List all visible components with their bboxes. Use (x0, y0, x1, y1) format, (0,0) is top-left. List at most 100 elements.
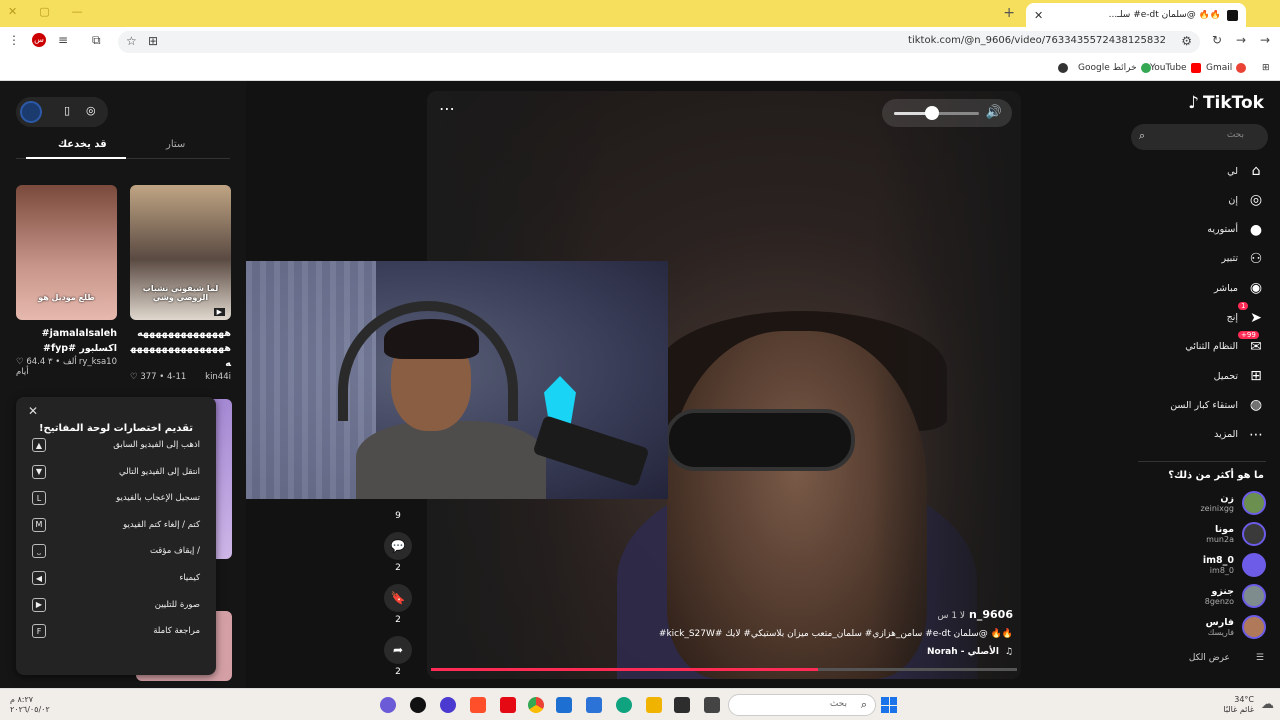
close-window-icon[interactable]: ✕ (8, 5, 17, 18)
avatar[interactable] (1242, 584, 1266, 608)
account-handle: فاريسك (1207, 628, 1234, 637)
card-author[interactable]: ry_ksa10 (79, 357, 117, 377)
music-label[interactable]: الأصلي - Norah (927, 647, 999, 657)
video-thumbnail[interactable]: لما شيفوني نشباب الروضي وشي ▶ (130, 185, 231, 320)
account-name: فارس (1205, 617, 1234, 628)
file-explorer-icon[interactable] (646, 697, 662, 713)
sidebar-item[interactable]: ⋯ المزيد (1214, 425, 1266, 445)
new-tab-button[interactable]: + (1003, 5, 1015, 21)
shortcut-label: كيمياء (179, 573, 200, 583)
chrome-taskbar-icon[interactable] (528, 697, 544, 713)
suggested-account[interactable]: فارس فاريسك (1206, 615, 1266, 639)
sidebar-item[interactable]: ⊞ تحميل (1214, 366, 1266, 386)
maximize-window-icon[interactable]: ▢ (39, 5, 49, 18)
sidebar-item[interactable]: ◎ إن (1228, 190, 1266, 210)
suggested-account[interactable]: مونا mun2a (1206, 522, 1266, 546)
suggested-account[interactable]: زن zeinixgg (1200, 491, 1266, 515)
sidebar-item[interactable]: ✉ 99+ النظام الثنائي (1185, 330, 1266, 357)
share-button[interactable]: ➦ 2 (382, 636, 414, 677)
card-author[interactable]: kin44i (205, 372, 231, 382)
compass-small-icon[interactable]: ◎ (86, 104, 96, 117)
copilot-icon[interactable] (380, 697, 396, 713)
profile-icon[interactable]: س (32, 33, 46, 47)
shortcut-label: / إيقاف مؤقت (149, 546, 200, 557)
minimize-window-icon[interactable]: — (72, 5, 83, 18)
sidebar-item[interactable]: ➤ 1 إنج (1227, 301, 1266, 328)
video-author[interactable]: n_9606لا 1 س (613, 608, 1013, 621)
taskbar-search[interactable]: بحث ⌕ (728, 694, 876, 716)
comment-button[interactable]: 💬 2 (382, 532, 414, 573)
close-tab-icon[interactable]: ✕ (1034, 9, 1043, 22)
site-info-icon[interactable]: ⚙ (1181, 34, 1192, 48)
netflix-icon[interactable] (500, 697, 516, 713)
speaker-icon[interactable]: 🔊 (986, 105, 1002, 120)
outlook-icon[interactable] (556, 697, 572, 713)
inbox-icon: ✉ 99+ (1238, 330, 1266, 357)
reading-list-icon[interactable]: ≡ (58, 33, 68, 47)
translate-icon[interactable]: ⊞ (148, 34, 158, 48)
suggested-account[interactable]: جنزو 8genzo (1205, 584, 1266, 608)
video-username[interactable]: n_9606 (969, 608, 1013, 621)
video-progress-bar[interactable] (431, 668, 1017, 671)
bookmark-label: Gmail (1206, 63, 1233, 73)
video-more-icon[interactable]: ⋯ (439, 99, 455, 118)
url-text[interactable]: tiktok.com/@n_9606/video/763343557243812… (908, 35, 1166, 46)
video-card[interactable]: طلع موديل هو #jamalalsaleh #fyp# اكسلبور… (16, 185, 117, 377)
bookmark-star-icon[interactable]: ☆ (126, 34, 137, 48)
weather-widget[interactable]: 34°C غائم غالبًا (1223, 695, 1254, 715)
chrome-icon[interactable] (1058, 63, 1068, 73)
apps-icon[interactable]: ⊞ (1262, 63, 1270, 73)
see-all-link[interactable]: ☰ عرض الكل (1189, 653, 1264, 663)
avatar[interactable] (1242, 522, 1266, 546)
sidebar-divider (1138, 461, 1266, 462)
avatar[interactable] (1242, 615, 1266, 639)
tiktok-logo[interactable]: TikTok ♪ (1188, 93, 1264, 113)
video-thumbnail[interactable]: طلع موديل هو (16, 185, 117, 320)
suggested-account[interactable]: im8_0 im8_0 (1203, 553, 1266, 577)
volume-control[interactable]: 🔊 (882, 99, 1012, 127)
account-handle: im8_0 (1209, 566, 1234, 575)
picture-in-picture-video[interactable] (246, 261, 668, 499)
start-button-icon[interactable] (881, 697, 897, 713)
video-card[interactable]: لما شيفوني نشباب الروضي وشي ▶ هههههههههه… (130, 185, 231, 382)
bookmark-maps[interactable]: خرائط Google (1078, 63, 1151, 73)
bookmark-youtube[interactable]: YouTube (1150, 63, 1201, 73)
sidebar-item[interactable]: ◉ مباشر (1214, 278, 1266, 298)
terminal-icon[interactable] (704, 697, 720, 713)
app-icon[interactable] (674, 697, 690, 713)
reload-icon[interactable]: ↻ (1212, 33, 1222, 47)
avatar[interactable] (1242, 553, 1266, 577)
tab-may-fool-you[interactable]: قد يخدعك (58, 139, 107, 150)
tiktok-app-icon[interactable] (410, 697, 426, 713)
browser-tab-tiktok[interactable]: 🔥🔥 @سلمان e-dt# سلـ... ✕ (1026, 3, 1246, 27)
sidebar-item[interactable]: ● أستوريه (1207, 220, 1266, 240)
bookmark-button[interactable]: 🔖 2 (382, 584, 414, 625)
shortcut-label: تسجيل الإعجاب بالفيديو (116, 493, 200, 504)
phone-icon[interactable]: ▯ (64, 104, 70, 117)
avatar[interactable] (1242, 491, 1266, 515)
volume-slider-knob[interactable] (925, 106, 940, 120)
sidebar-item[interactable]: ◍ استقاء كبار السن (1170, 395, 1266, 415)
bookmark-gmail[interactable]: Gmail (1206, 63, 1247, 73)
omnibox[interactable]: ☆ ⊞ tiktok.com/@n_9606/video/76334355724… (118, 31, 1200, 53)
app-icon[interactable] (440, 697, 456, 713)
edge-icon[interactable] (616, 697, 632, 713)
back-icon[interactable]: → (1236, 33, 1246, 47)
extensions-icon[interactable]: ⧉ (92, 33, 101, 48)
forward-icon[interactable]: → (1260, 33, 1270, 47)
search-input[interactable]: بحث ⌕ (1131, 124, 1268, 150)
sidebar-item[interactable]: ⚇ تتبير (1222, 249, 1267, 269)
brave-icon[interactable] (470, 697, 486, 713)
tiktok-note-icon: ♪ (1188, 93, 1199, 113)
account-name: مونا (1215, 524, 1234, 535)
music-note-icon: ♫ (1004, 647, 1013, 657)
video-music[interactable]: ♫ الأصلي - Norah (613, 647, 1013, 657)
close-icon[interactable]: ✕ (28, 404, 38, 418)
card-likes: ♡ 64.4 ألف • ٣ أيام (16, 357, 77, 377)
store-icon[interactable] (586, 697, 602, 713)
clock[interactable]: ٨:٢٧ م ٢٠٢٦/٠٥/٠٢ (10, 695, 50, 715)
profile-avatar[interactable] (20, 101, 42, 123)
tab-star[interactable]: ستار (166, 139, 185, 150)
sidebar-item[interactable]: ⌂ لي (1227, 161, 1266, 181)
menu-dots-icon[interactable]: ⋮ (8, 33, 20, 47)
